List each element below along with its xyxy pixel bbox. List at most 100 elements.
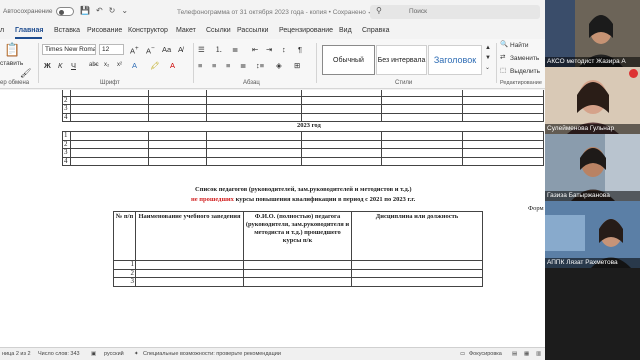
borders-icon[interactable]: ⊞ (294, 62, 300, 70)
table-cell[interactable] (148, 131, 207, 141)
table-cell[interactable] (135, 260, 244, 270)
style-no-spacing[interactable]: Без интервала (376, 45, 427, 75)
table-cell[interactable] (301, 139, 382, 149)
text-effects-icon[interactable]: A (132, 62, 137, 70)
table-cell[interactable] (135, 277, 244, 287)
styles-scroll-up-icon[interactable]: ▲ (485, 45, 491, 51)
table-cell[interactable] (243, 277, 352, 287)
tab-view[interactable]: Вид (339, 27, 352, 34)
show-marks-icon[interactable]: ¶ (298, 46, 302, 54)
tab-home[interactable]: Главная (15, 27, 43, 34)
grow-font-icon[interactable]: A+ (130, 45, 139, 55)
tab-references[interactable]: Ссылки (206, 27, 231, 34)
table-cell[interactable] (243, 260, 352, 270)
table-cell[interactable] (148, 139, 207, 149)
table-cell[interactable] (148, 112, 207, 122)
table-cell[interactable] (381, 95, 463, 105)
table-cell[interactable] (462, 112, 544, 122)
table-cell[interactable] (462, 95, 544, 105)
font-name-select[interactable]: Times New Romar (42, 44, 96, 55)
tab-layout[interactable]: Макет (176, 27, 196, 34)
word-count[interactable]: Число слов: 343 (38, 351, 80, 357)
participant-tile[interactable]: Газиза Батыржанова (545, 134, 640, 201)
table-cell[interactable] (462, 131, 544, 141)
highlight-icon[interactable]: 🖍 (150, 62, 160, 70)
participant-tile[interactable]: Сулейменова Гульнар (545, 67, 640, 134)
table-cell[interactable] (70, 148, 149, 158)
paste-icon[interactable]: 📋 (4, 43, 20, 56)
styles-scroll-down-icon[interactable]: ▼ (485, 55, 491, 61)
table-cell[interactable] (301, 156, 382, 166)
table-cell[interactable] (206, 104, 302, 114)
underline-icon[interactable]: Ч (71, 62, 76, 70)
table-cell[interactable] (301, 112, 382, 122)
accessibility-status[interactable]: Специальные возможности: проверьте реком… (143, 351, 281, 357)
table-cell[interactable] (70, 104, 149, 114)
strikethrough-icon[interactable]: ab̶c (89, 62, 99, 68)
table-cell[interactable] (381, 131, 463, 141)
spellcheck-icon[interactable]: ▣ (91, 351, 96, 357)
tab-design[interactable]: Конструктор (128, 27, 168, 34)
table-cell[interactable] (381, 104, 463, 114)
customize-qat-icon[interactable]: ⌄ (121, 6, 128, 15)
table-cell[interactable] (301, 131, 382, 141)
language[interactable]: русский (104, 351, 124, 357)
tab-file[interactable]: л (0, 27, 4, 34)
table-cell[interactable] (70, 95, 149, 105)
table-cell[interactable] (462, 148, 544, 158)
table-cell[interactable] (381, 148, 463, 158)
tab-mailings[interactable]: Рассылки (237, 27, 268, 34)
document-page[interactable]: 2 3 4 2023 год 1 2 3 4 Список педагогов … (0, 90, 545, 347)
align-center-icon[interactable]: ≡ (212, 62, 216, 70)
web-layout-icon[interactable]: ▥ (536, 351, 541, 357)
table-cell[interactable] (206, 148, 302, 158)
tab-review[interactable]: Рецензирование (279, 27, 333, 34)
sort-icon[interactable]: ↕ (282, 46, 286, 54)
align-left-icon[interactable]: ≡ (198, 62, 202, 70)
table-cell[interactable] (206, 131, 302, 141)
table-cell[interactable] (301, 104, 382, 114)
redo-icon[interactable]: ↻ (109, 6, 116, 15)
table-cell[interactable] (206, 139, 302, 149)
table-cell[interactable] (462, 156, 544, 166)
tab-draw[interactable]: Рисование (87, 27, 122, 34)
bold-icon[interactable]: Ж (44, 62, 51, 70)
participant-tile[interactable]: АППК Лязат Рахметова (545, 201, 640, 268)
participant-tile[interactable]: АКСО методист Жазира А (545, 0, 640, 67)
replace-icon[interactable]: ⇄ (500, 54, 505, 62)
numbering-icon[interactable]: ⒈ (215, 46, 223, 54)
increase-indent-icon[interactable]: ⇥ (266, 46, 272, 54)
undo-icon[interactable]: ↶ (96, 6, 103, 15)
align-right-icon[interactable]: ≡ (226, 62, 230, 70)
bullets-icon[interactable]: ☰ (198, 46, 205, 54)
shrink-font-icon[interactable]: A− (146, 45, 155, 55)
page-count[interactable]: ница 2 из 2 (2, 351, 31, 357)
tab-insert[interactable]: Вставка (54, 27, 80, 34)
paste-label[interactable]: ставить (0, 60, 23, 68)
table-cell[interactable] (206, 112, 302, 122)
find-button[interactable]: Найти (510, 42, 529, 50)
font-color-icon[interactable]: A (170, 62, 175, 70)
decrease-indent-icon[interactable]: ⇤ (252, 46, 258, 54)
table-cell[interactable] (243, 268, 352, 278)
table-cell[interactable] (206, 156, 302, 166)
table-cell[interactable] (381, 139, 463, 149)
table-cell[interactable] (135, 268, 244, 278)
line-spacing-icon[interactable]: ↕≡ (256, 62, 264, 70)
clear-format-icon[interactable]: A̸ (178, 46, 183, 54)
table-cell[interactable] (301, 148, 382, 158)
table-cell[interactable] (70, 139, 149, 149)
table-cell[interactable] (148, 156, 207, 166)
save-icon[interactable]: 💾 (80, 6, 90, 15)
table-cell[interactable] (462, 104, 544, 114)
search-box[interactable]: ⚲ Поиск (370, 5, 540, 19)
table-cell[interactable] (381, 156, 463, 166)
styles-more-icon[interactable]: ⌄ (485, 65, 490, 71)
table-cell[interactable] (381, 112, 463, 122)
focus-mode[interactable]: Фокусировка (469, 351, 502, 357)
font-size-select[interactable]: 12 (99, 44, 124, 55)
select-icon[interactable]: ⬚ (500, 67, 506, 75)
replace-button[interactable]: Заменить (510, 55, 539, 63)
table-cell[interactable] (148, 148, 207, 158)
italic-icon[interactable]: К (58, 62, 62, 70)
